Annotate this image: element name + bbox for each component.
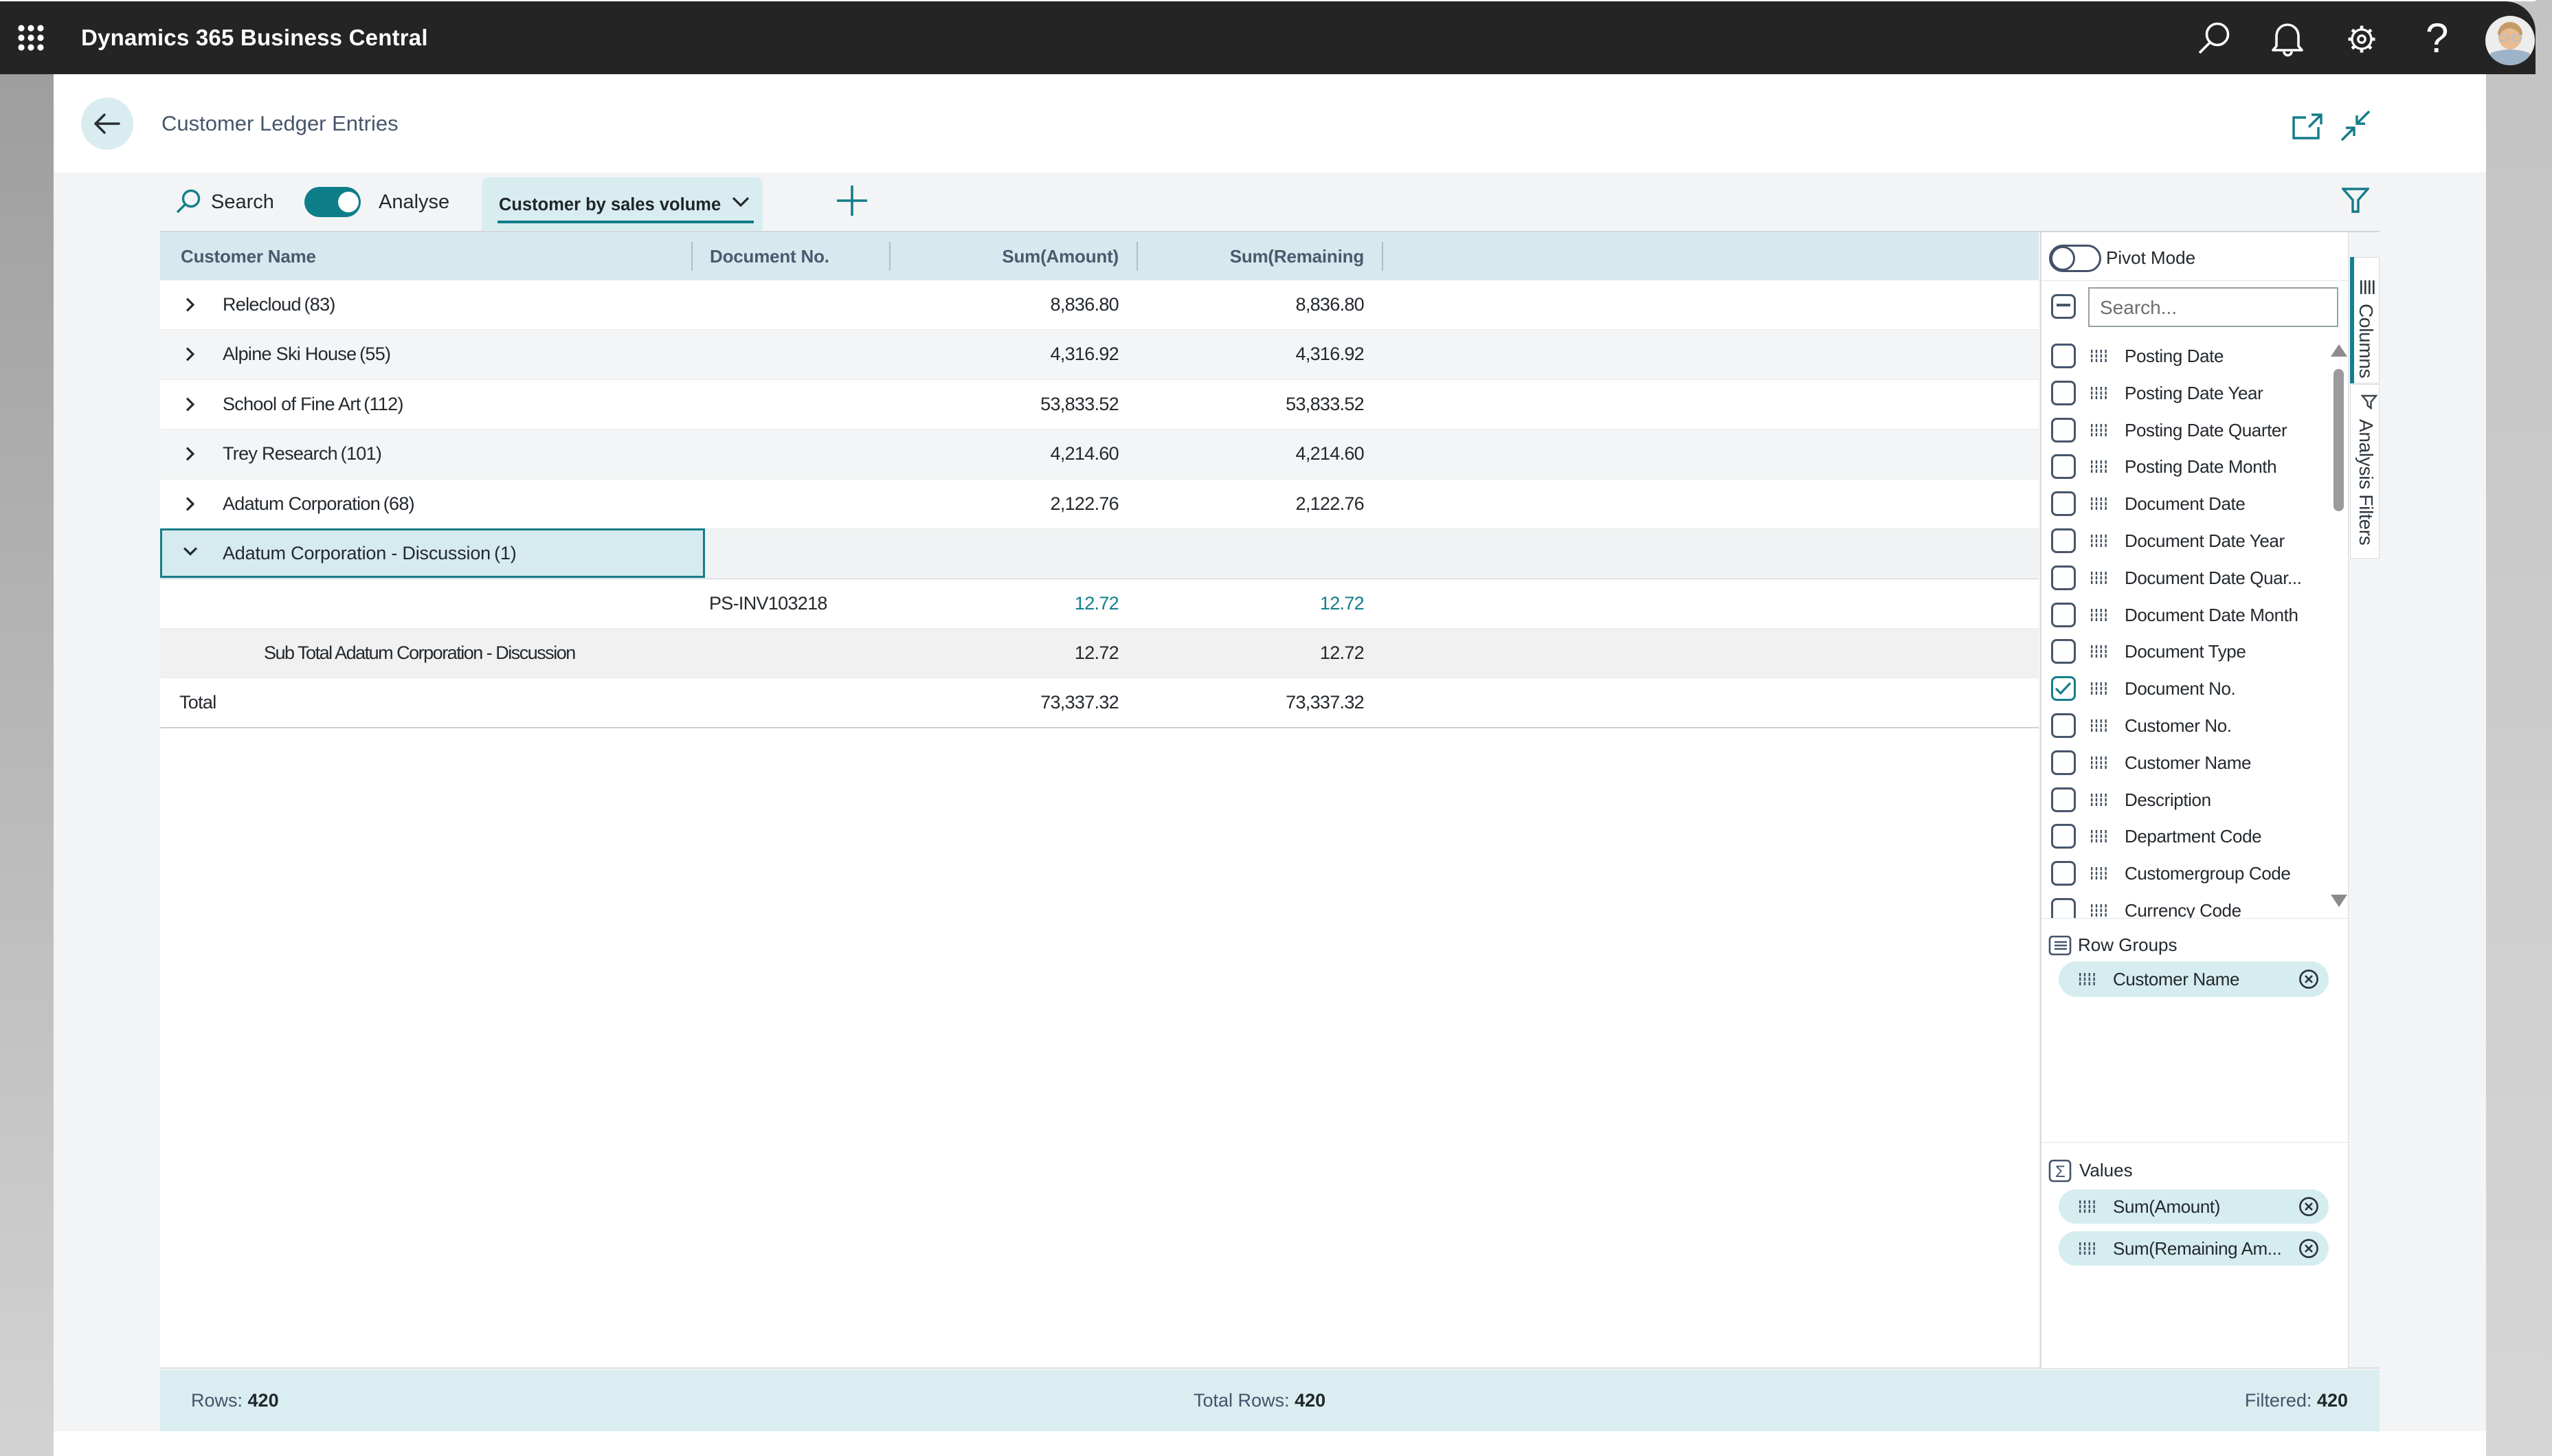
svg-text:Σ: Σ xyxy=(2055,1163,2066,1181)
svg-text:?: ? xyxy=(2426,15,2448,61)
